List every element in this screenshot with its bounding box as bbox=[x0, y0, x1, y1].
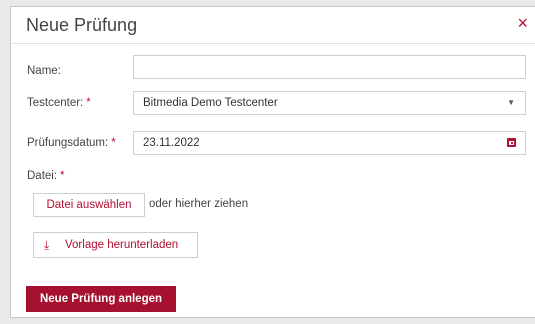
new-exam-dialog: Neue Prüfung × Name: Testcenter: * Bitmed… bbox=[10, 6, 535, 318]
required-mark: * bbox=[86, 97, 91, 109]
exam-date-value: 23.11.2022 bbox=[143, 137, 200, 149]
exam-date-label-text: Prüfungsdatum: bbox=[27, 137, 109, 149]
name-label-text: Name: bbox=[27, 65, 61, 77]
exam-date-field[interactable]: 23.11.2022 bbox=[133, 131, 526, 155]
create-exam-button[interactable]: Neue Prüfung anlegen bbox=[26, 286, 176, 312]
calendar-icon[interactable] bbox=[507, 138, 516, 147]
required-mark: * bbox=[60, 170, 65, 182]
file-label: Datei: * bbox=[27, 170, 65, 182]
choose-file-button[interactable]: Datei auswählen bbox=[33, 193, 145, 217]
name-field[interactable] bbox=[133, 55, 526, 79]
drop-hint: oder hierher ziehen bbox=[149, 198, 249, 210]
testcenter-label-text: Testcenter: bbox=[27, 97, 84, 109]
name-label: Name: bbox=[27, 65, 61, 77]
download-icon: ⤓ bbox=[44, 238, 50, 252]
testcenter-value: Bitmedia Demo Testcenter bbox=[143, 97, 278, 109]
name-input[interactable] bbox=[143, 56, 516, 78]
download-template-label: Vorlage herunterladen bbox=[65, 239, 179, 251]
file-label-text: Datei: bbox=[27, 170, 58, 182]
required-mark: * bbox=[111, 137, 116, 149]
testcenter-select[interactable]: Bitmedia Demo Testcenter ▼ bbox=[133, 91, 526, 115]
dialog-header: Neue Prüfung × bbox=[11, 7, 535, 44]
close-icon[interactable]: × bbox=[517, 13, 528, 33]
testcenter-label: Testcenter: * bbox=[27, 97, 91, 109]
dialog-title: Neue Prüfung bbox=[26, 15, 138, 35]
exam-date-label: Prüfungsdatum: * bbox=[27, 137, 116, 149]
chevron-down-icon[interactable]: ▼ bbox=[507, 92, 515, 114]
download-template-button[interactable]: ⤓ Vorlage herunterladen bbox=[33, 232, 198, 258]
